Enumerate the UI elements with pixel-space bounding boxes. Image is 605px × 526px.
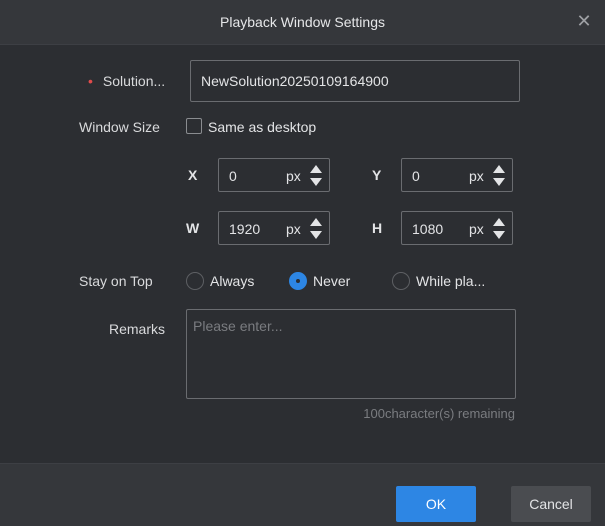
required-mark: • — [88, 73, 93, 89]
cancel-button[interactable]: Cancel — [511, 486, 591, 522]
y-label: Y — [372, 167, 382, 183]
radio-while-playing-label: While pla... — [416, 273, 486, 289]
height-value: 1080 — [412, 221, 444, 237]
character-counter: 100character(s) remaining — [363, 406, 515, 421]
y-spinbox[interactable]: 0 px — [401, 158, 513, 192]
playback-window-settings-dialog: Playback Window Settings ✕ • Solution... … — [0, 0, 605, 526]
x-increment-icon[interactable] — [309, 163, 323, 175]
radio-while-playing[interactable] — [392, 272, 410, 290]
radio-never-label: Never — [313, 273, 351, 289]
remarks-textarea[interactable] — [186, 309, 516, 399]
width-decrement-icon[interactable] — [309, 229, 323, 241]
y-increment-icon[interactable] — [492, 163, 506, 175]
solution-label: • Solution... — [88, 73, 166, 89]
width-spinbox[interactable]: 1920 px — [218, 211, 330, 245]
window-size-label: Window Size — [79, 119, 160, 135]
x-label: X — [188, 167, 198, 183]
radio-never[interactable] — [289, 272, 307, 290]
y-unit: px — [469, 168, 484, 184]
x-value: 0 — [229, 168, 237, 184]
same-as-desktop-label: Same as desktop — [208, 119, 317, 135]
close-icon[interactable]: ✕ — [573, 10, 595, 32]
width-value: 1920 — [229, 221, 261, 237]
remarks-label: Remarks — [109, 321, 166, 337]
radio-always-label: Always — [210, 273, 255, 289]
solution-name-input[interactable] — [190, 60, 520, 102]
w-label: W — [186, 220, 200, 236]
height-increment-icon[interactable] — [492, 216, 506, 228]
title-bar: Playback Window Settings ✕ — [0, 0, 605, 45]
dialog-title: Playback Window Settings — [220, 14, 385, 30]
x-spinbox[interactable]: 0 px — [218, 158, 330, 192]
width-unit: px — [286, 221, 301, 237]
y-decrement-icon[interactable] — [492, 176, 506, 188]
h-label: H — [372, 220, 383, 236]
same-as-desktop-checkbox[interactable] — [186, 118, 202, 134]
x-unit: px — [286, 168, 301, 184]
height-unit: px — [469, 221, 484, 237]
height-spinbox[interactable]: 1080 px — [401, 211, 513, 245]
x-decrement-icon[interactable] — [309, 176, 323, 188]
stay-on-top-label: Stay on Top — [79, 273, 153, 289]
width-increment-icon[interactable] — [309, 216, 323, 228]
height-decrement-icon[interactable] — [492, 229, 506, 241]
ok-button[interactable]: OK — [396, 486, 476, 522]
radio-always[interactable] — [186, 272, 204, 290]
y-value: 0 — [412, 168, 420, 184]
